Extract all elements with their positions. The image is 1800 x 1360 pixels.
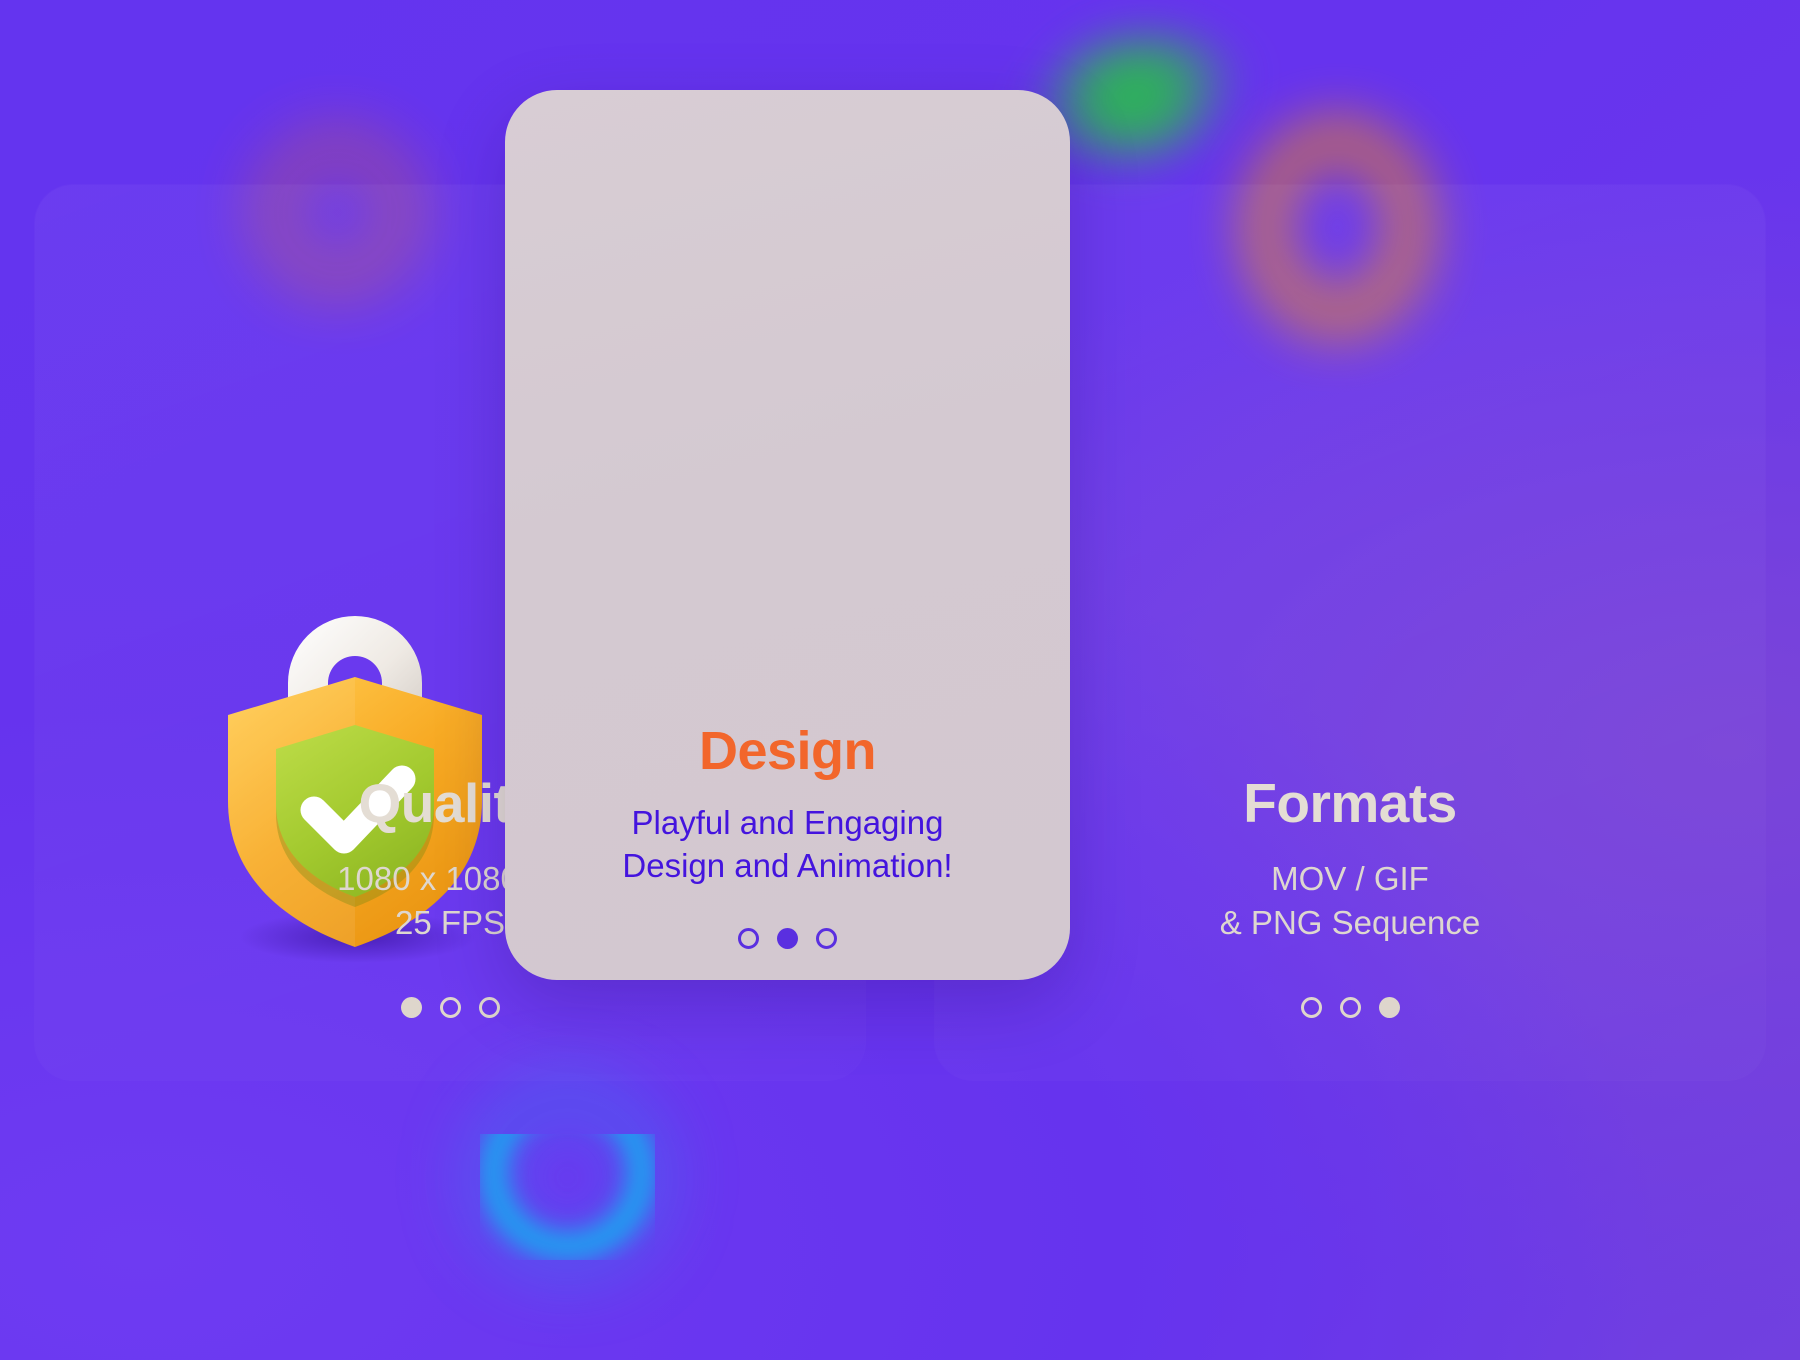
pagination-dot-2[interactable] (439, 996, 461, 1018)
pagination-dot-3[interactable] (816, 927, 837, 949)
card-design-body: Design Playful and Engaging Design and A… (505, 720, 1070, 949)
card-formats-pagination[interactable] (935, 996, 1765, 1018)
card-design-title: Design (698, 721, 877, 781)
pagination-dot-1[interactable] (400, 996, 422, 1018)
card-design-subtitle-line-1: Playful and Engaging (631, 804, 944, 841)
pagination-dot-2[interactable] (777, 927, 798, 949)
pagination-dot-2[interactable] (1339, 996, 1361, 1018)
card-design-pagination[interactable] (505, 927, 1070, 949)
pagination-dot-1[interactable] (738, 927, 759, 949)
card-design-subtitle-line-2: Design and Animation! (622, 846, 953, 884)
cyan-arc-glow-icon (470, 1080, 665, 1275)
card-quality-pagination[interactable] (35, 996, 865, 1018)
cyan-arc-blob-bottom-icon (480, 1134, 655, 1260)
pagination-dot-3[interactable] (478, 996, 500, 1018)
card-design-subtitle: Playful and Engaging Design and Animatio… (505, 802, 1070, 888)
pagination-dot-3[interactable] (1378, 996, 1400, 1018)
card-design[interactable]: % Design Playful and Engaging Design and… (505, 90, 1070, 980)
pagination-dot-1[interactable] (1300, 996, 1322, 1018)
